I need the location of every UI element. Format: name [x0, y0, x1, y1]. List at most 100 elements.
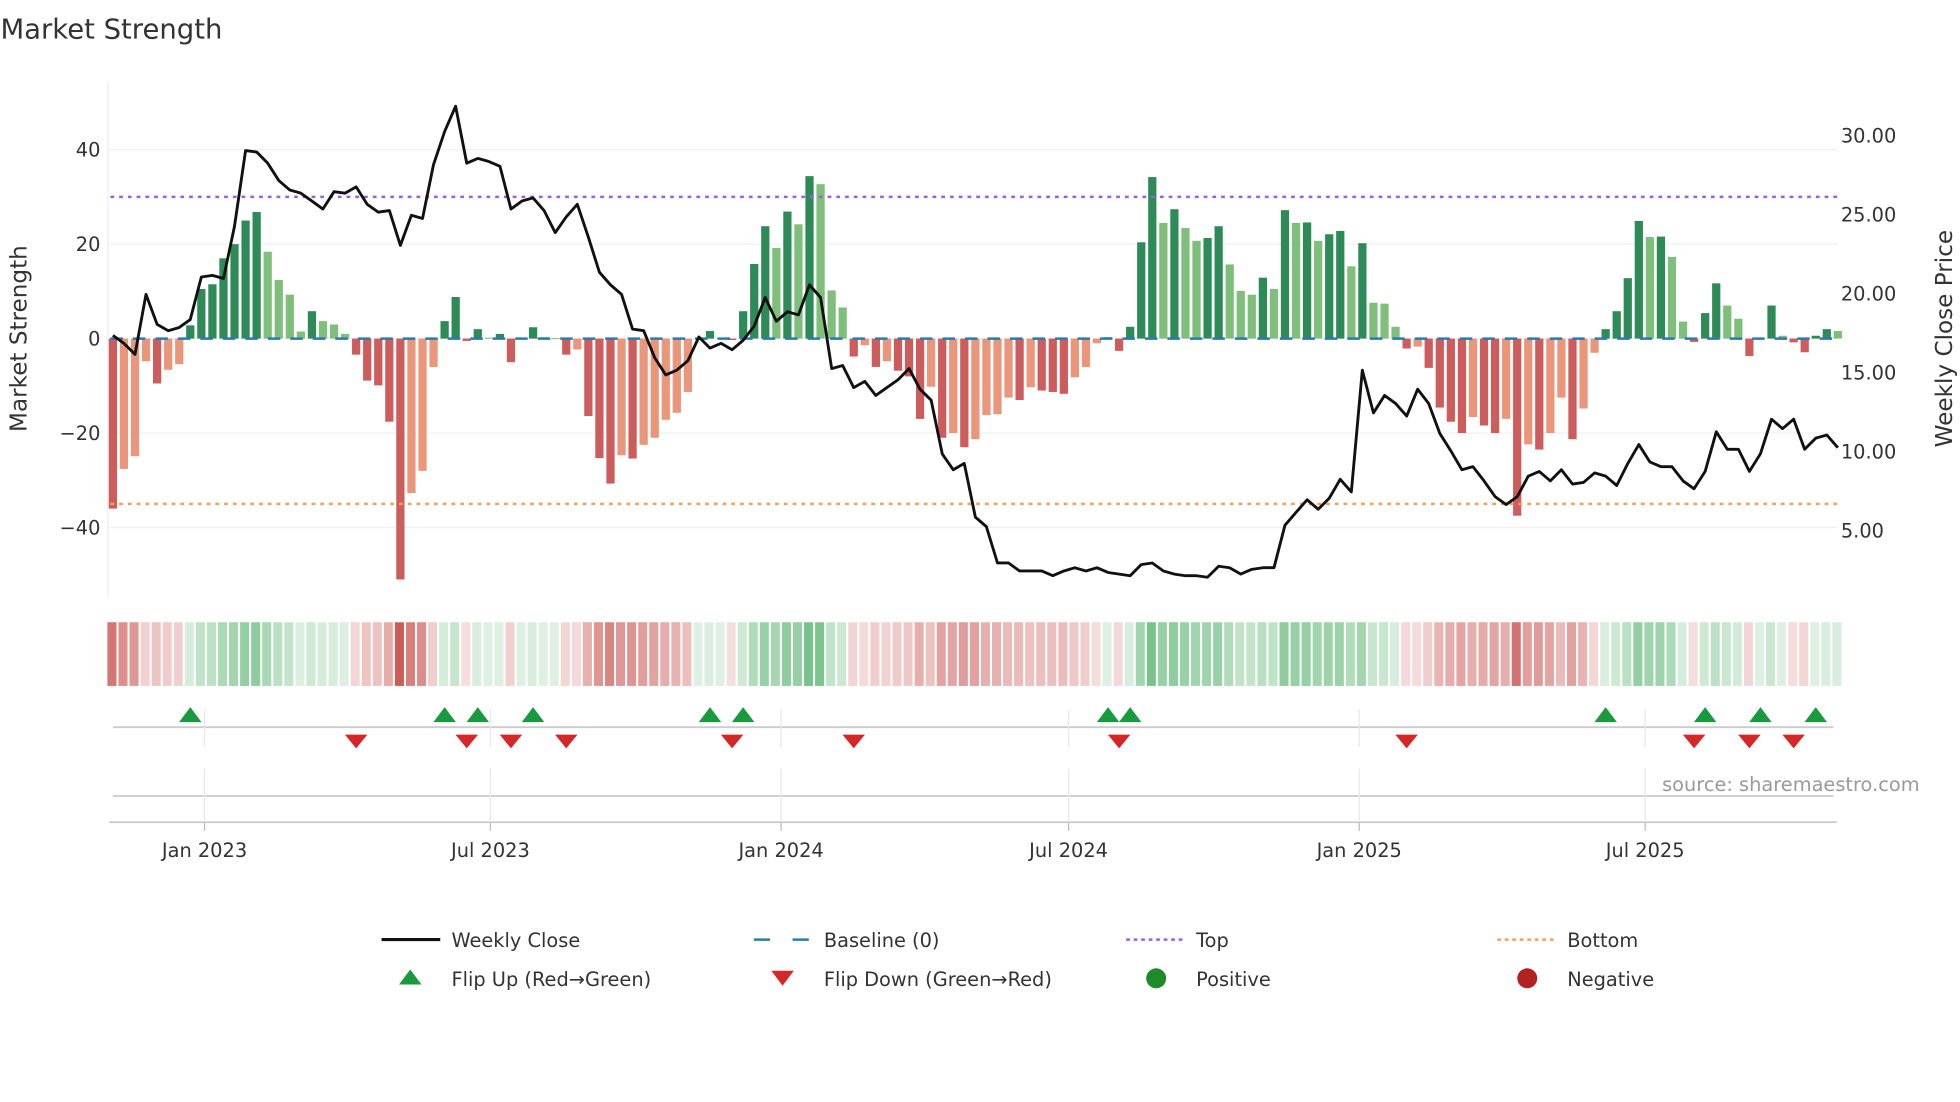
heat-cell [1069, 622, 1079, 686]
heat-cell [1721, 622, 1731, 686]
heat-cell [273, 622, 283, 686]
strength-bar [175, 338, 184, 365]
strength-bar [1137, 242, 1146, 339]
source-label: source: sharemaestro.com [1662, 773, 1919, 796]
heat-cell [1456, 622, 1466, 686]
strength-bar [1612, 311, 1621, 339]
strength-bar [1059, 338, 1068, 394]
heat-cell [350, 622, 360, 686]
strength-bar [1623, 278, 1632, 339]
heat-cell [1710, 622, 1720, 686]
heat-cell [925, 622, 935, 686]
heat-cell [638, 622, 648, 686]
strength-bar [1070, 338, 1080, 378]
heat-cell [405, 622, 416, 686]
heat-cell [1754, 622, 1765, 686]
strength-bar [1126, 326, 1135, 339]
strength-bar [141, 338, 151, 362]
heat-cell [903, 622, 913, 686]
strength-bar [639, 338, 648, 445]
strength-bar [1148, 177, 1157, 339]
heat-cell [383, 622, 393, 686]
right-tick-label: 20.00 [1841, 282, 1896, 305]
strength-heat-strip [107, 622, 1842, 686]
strength-bar [374, 338, 383, 386]
heat-cell [1467, 622, 1477, 686]
heat-cell [1423, 622, 1433, 686]
heat-cell [1533, 622, 1543, 686]
left-tick-label: 0 [88, 327, 100, 350]
heat-cell [229, 622, 239, 686]
heat-cell [1224, 622, 1234, 686]
strength-bar [1502, 338, 1511, 419]
heat-cell [715, 622, 725, 686]
strength-bar [1048, 338, 1057, 392]
strength-bar [429, 338, 438, 367]
strength-bar [1800, 338, 1809, 353]
heat-cell [593, 622, 603, 686]
heat-cell [980, 622, 990, 686]
strength-bar [108, 338, 118, 509]
strength-bar [1546, 338, 1555, 434]
flip-up-marker [1804, 707, 1827, 723]
heat-cell [162, 622, 172, 686]
heat-cell [195, 622, 205, 686]
heat-cell [1080, 622, 1090, 686]
heat-cell [361, 622, 371, 686]
heat-cell [1003, 622, 1013, 686]
strength-bar [1634, 220, 1643, 339]
strength-bar [484, 337, 493, 339]
strength-bar [506, 338, 516, 363]
heat-cell [173, 622, 183, 686]
strength-bar [1723, 305, 1732, 339]
strength-bar [1203, 237, 1212, 339]
strength-bar [1347, 266, 1356, 339]
strength-bar [584, 338, 593, 417]
heat-cell [1766, 622, 1776, 686]
strength-bar [1291, 222, 1301, 339]
heat-cell [759, 622, 769, 686]
heat-cell [1810, 622, 1820, 686]
flip-up-marker [466, 707, 490, 723]
strength-bar [1479, 338, 1489, 426]
heat-cell [394, 622, 404, 686]
legend-item-flip-up: Flip Up (Red→Green) [399, 968, 651, 991]
heat-cell [184, 622, 194, 686]
strength-bar [562, 338, 571, 355]
flip-down-marker [1395, 734, 1418, 749]
heat-cell [649, 622, 659, 686]
strength-bar [617, 338, 626, 456]
x-tick-label: Jul 2025 [1605, 839, 1685, 862]
flip-down-marker [1782, 734, 1805, 749]
heat-cell [1677, 622, 1687, 686]
flip-down-marker [720, 734, 744, 749]
strength-bar [971, 338, 980, 440]
heat-cell [682, 622, 692, 686]
strength-bar [871, 338, 880, 367]
strength-bar [595, 338, 604, 459]
strength-bar [285, 294, 294, 339]
heat-cell [1345, 622, 1355, 686]
heat-cell [516, 622, 526, 686]
strength-bar [1667, 256, 1677, 339]
heat-cell [1655, 622, 1665, 686]
x-tick-label: Jul 2024 [1028, 839, 1108, 862]
strength-bar [363, 338, 372, 381]
heat-cell [1578, 622, 1588, 686]
heat-cell [947, 622, 957, 686]
heat-cell [991, 622, 1002, 686]
strength-bar [849, 338, 858, 357]
heat-cell [1113, 622, 1123, 686]
heat-cell [372, 622, 382, 686]
heat-cell [1688, 622, 1698, 686]
heat-cell [1312, 622, 1322, 686]
strength-bar [1236, 290, 1245, 339]
strength-bar [1280, 210, 1290, 339]
strength-bar [1557, 338, 1566, 398]
flip-down-marker [499, 734, 523, 749]
heat-cell [1401, 622, 1411, 686]
legend-symbol-flip-down-icon [771, 970, 794, 986]
strength-bar [252, 212, 261, 339]
strength-bar [1015, 338, 1024, 400]
heat-cell [1124, 622, 1134, 686]
